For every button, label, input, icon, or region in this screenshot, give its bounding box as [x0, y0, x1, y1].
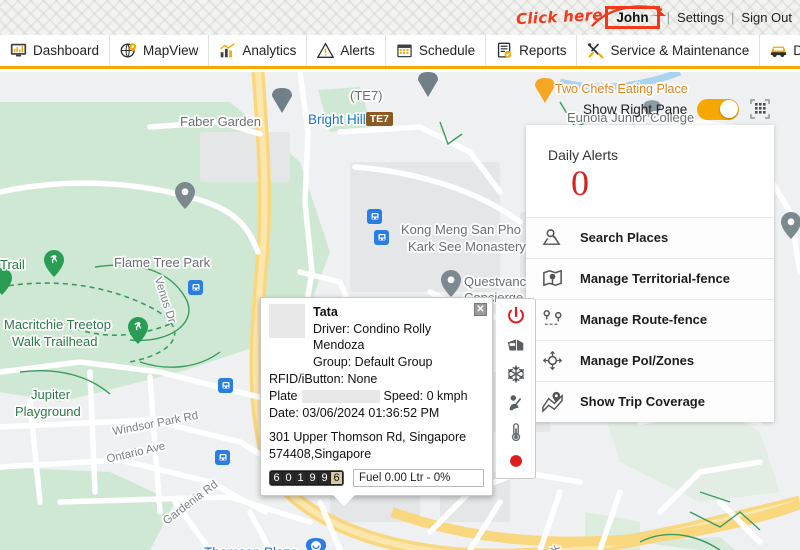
- odometer-digit: 0: [283, 472, 294, 484]
- nav-item-label: Schedule: [418, 43, 476, 58]
- fuel-level: Fuel 0.00 Ltr - 0%: [353, 469, 484, 487]
- grid-dots-icon[interactable]: [749, 98, 771, 120]
- daily-alerts-count: 0: [571, 163, 589, 203]
- territory-fence-icon: [543, 270, 562, 287]
- app-header: Click here John | Settings | Sign Out: [0, 0, 800, 35]
- odometer-digit: 9: [319, 472, 330, 484]
- bus-stop-icon[interactable]: [215, 450, 230, 465]
- close-icon[interactable]: ✕: [474, 303, 487, 316]
- show-right-pane-toggle[interactable]: [697, 98, 740, 120]
- recording-dot-icon[interactable]: [506, 451, 526, 471]
- nav-item-service-maintenance[interactable]: Service & Maintenance: [577, 35, 761, 66]
- vehicle-plate-label: Plate: [269, 389, 298, 403]
- right-pane[interactable]: Daily Alerts 0 Search Places Manage Terr…: [526, 125, 774, 422]
- nav-item-analytics[interactable]: Analytics: [209, 35, 308, 66]
- globe-pin-icon: [120, 43, 137, 58]
- car-door-icon[interactable]: [506, 335, 526, 355]
- vehicle-date: Date: 03/06/2024 01:36:52 PM: [269, 406, 440, 420]
- vehicle-info-popup[interactable]: ✕ Tata Driver: Condino Rolly Mendoza Gro…: [260, 297, 536, 506]
- car-icon: [771, 46, 787, 58]
- odometer-digit: 6: [271, 472, 282, 484]
- user-name-highlight[interactable]: John: [605, 6, 660, 29]
- pane-item-label: Manage Territorial-fence: [580, 271, 731, 287]
- trip-coverage-icon: [542, 392, 563, 414]
- bus-stop-icon[interactable]: [218, 378, 233, 393]
- bus-stop-icon[interactable]: [188, 280, 203, 295]
- vehicle-driver: Driver: Condino Rolly Mendoza: [313, 321, 432, 353]
- route-fence-icon: [543, 310, 562, 326]
- bar-chart-icon: [220, 43, 236, 58]
- header-user-area[interactable]: John | Settings | Sign Out: [605, 0, 792, 35]
- pane-item-manage-poi-zones[interactable]: Manage PoI/Zones: [526, 339, 774, 381]
- vehicle-speed: Speed: 0 kmph: [383, 389, 468, 403]
- settings-link[interactable]: Settings: [677, 10, 724, 25]
- vehicle-rfid: RFID/iButton: None: [269, 372, 378, 386]
- vehicle-address-line2: 574408,Singapore: [269, 446, 372, 461]
- odometer-digit-last: 6: [331, 472, 342, 484]
- odometer-digit: 9: [307, 472, 318, 484]
- pane-item-label: Show Trip Coverage: [580, 394, 705, 410]
- header-separator: |: [666, 10, 671, 25]
- vehicle-address-line1: 301 Upper Thomson Rd, Singapore: [269, 430, 467, 444]
- user-name: John: [616, 10, 649, 25]
- nav-item-label: Reports: [519, 43, 567, 58]
- daily-alerts-card: Daily Alerts 0: [526, 125, 774, 217]
- nav-item-label: Dispatch: [793, 43, 800, 58]
- seatbelt-icon[interactable]: [506, 393, 526, 413]
- nav-item-dispatch[interactable]: Dispatch: [760, 35, 800, 66]
- report-document-icon: [498, 42, 512, 58]
- header-separator: |: [731, 10, 735, 25]
- sign-out-link[interactable]: Sign Out: [741, 10, 792, 25]
- main-nav[interactable]: Dashboard MapView Analytics Alerts Sched…: [0, 35, 800, 69]
- nav-item-reports[interactable]: Reports: [486, 35, 578, 66]
- vehicle-plate-value: [301, 390, 380, 403]
- nav-item-label: Analytics: [242, 43, 297, 58]
- pane-item-label: Search Places: [580, 230, 669, 246]
- nav-item-label: MapView: [143, 43, 199, 58]
- crosshair-zone-icon: [542, 351, 563, 371]
- dashboard-icon: [10, 43, 27, 57]
- pane-item-label: Manage Route-fence: [580, 312, 708, 328]
- nav-item-label: Dashboard: [33, 43, 100, 58]
- daily-alerts-title: Daily Alerts: [548, 147, 619, 163]
- pane-item-show-trip-coverage[interactable]: Show Trip Coverage: [526, 380, 774, 422]
- nav-item-mapview[interactable]: MapView: [110, 35, 210, 66]
- vehicle-thumbnail: [269, 304, 305, 338]
- warning-triangle-icon: [317, 42, 335, 58]
- pane-item-search-places[interactable]: Search Places: [526, 216, 774, 258]
- snowflake-ac-icon[interactable]: [506, 364, 526, 384]
- show-right-pane-row[interactable]: Show Right Pane: [583, 93, 771, 125]
- nav-item-schedule[interactable]: Schedule: [386, 35, 487, 66]
- place-search-icon: [542, 229, 561, 246]
- pane-item-manage-route-fence[interactable]: Manage Route-fence: [526, 298, 774, 340]
- vehicle-name: Tata: [313, 305, 338, 319]
- thermometer-icon[interactable]: [506, 422, 526, 442]
- vehicle-group: Group: Default Group: [313, 354, 433, 369]
- bus-stop-icon[interactable]: [367, 209, 382, 224]
- vehicle-status-icons[interactable]: [496, 298, 536, 479]
- nav-item-dashboard[interactable]: Dashboard: [0, 35, 111, 66]
- nav-item-label: Service & Maintenance: [610, 43, 750, 58]
- power-icon[interactable]: [506, 306, 526, 326]
- nav-item-label: Alerts: [340, 43, 375, 58]
- odometer-digit: 1: [295, 472, 306, 484]
- tools-icon: [588, 43, 604, 59]
- nav-item-alerts[interactable]: Alerts: [307, 35, 386, 66]
- calendar-icon: [397, 44, 412, 58]
- pane-item-manage-territorial-fence[interactable]: Manage Territorial-fence: [526, 257, 774, 299]
- bus-stop-icon[interactable]: [374, 230, 389, 245]
- odometer: 601996: [269, 470, 344, 486]
- show-right-pane-label: Show Right Pane: [583, 101, 688, 117]
- pane-item-label: Manage PoI/Zones: [580, 353, 695, 369]
